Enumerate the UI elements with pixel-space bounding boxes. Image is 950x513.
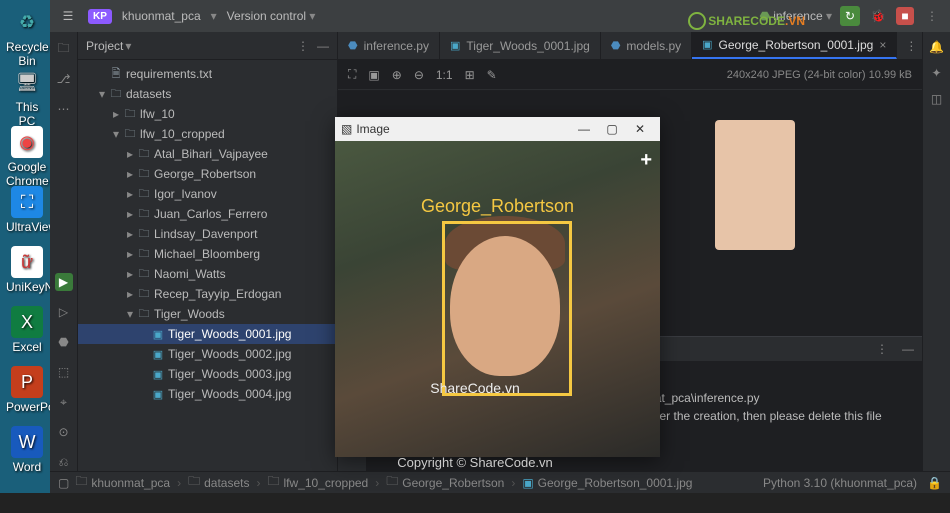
popup-title-text: Image xyxy=(356,122,389,136)
minimize-button[interactable]: — xyxy=(570,122,598,136)
project-panel-title: Project xyxy=(86,39,123,53)
desktop-icon-chrome[interactable]: ◉Google Chrome xyxy=(6,126,48,188)
tree-item[interactable]: ▸🗀George_Robertson xyxy=(78,164,337,184)
project-badge: KP xyxy=(88,9,112,24)
main-menu-icon[interactable]: ☰ xyxy=(58,6,78,26)
tree-item[interactable]: ▸🗀Recep_Tayyip_Erdogan xyxy=(78,284,337,304)
detection-label: George_Robertson xyxy=(421,196,574,217)
python-console-icon[interactable]: ▶ xyxy=(55,273,73,291)
grid-icon[interactable]: ⊞ xyxy=(465,68,475,82)
desktop-icon-powerpoint[interactable]: PPowerPoint xyxy=(6,366,48,414)
zoom-out-icon[interactable]: ⊖ xyxy=(414,68,424,82)
lock-icon[interactable]: 🔒 xyxy=(927,476,942,490)
folder-icon: 🗀 xyxy=(188,472,200,493)
windows-taskbar[interactable] xyxy=(0,493,950,513)
vcs-tool-icon[interactable]: ⎌ xyxy=(55,453,73,471)
tree-item[interactable]: ▾🗀datasets xyxy=(78,84,337,104)
left-tool-rail: 🗀 ⎇ ⋯ ▶ ▷ ⬣ ⬚ ⌖ ⊙ ⎌ xyxy=(50,32,78,471)
tree-item[interactable]: ▾🗀lfw_10_cropped xyxy=(78,124,337,144)
run-tool-icon[interactable]: ▷ xyxy=(55,303,73,321)
desktop-icon-word[interactable]: WWord xyxy=(6,426,48,474)
color-picker-icon[interactable]: ✎ xyxy=(487,68,497,82)
desktop-icon-this-pc[interactable]: 🖥This PC xyxy=(6,66,48,128)
project-panel: Project ▾ ⋮ — 🗎requirements.txt▾🗀dataset… xyxy=(78,32,338,471)
notifications-icon[interactable]: 🔔 xyxy=(929,40,944,54)
zoom-fit-icon[interactable]: ⛶ xyxy=(348,67,356,82)
project-view-dropdown-icon[interactable]: ▾ xyxy=(125,39,131,53)
crosshair-cursor-icon: + xyxy=(640,149,652,172)
tree-item[interactable]: ▸🗀Lindsay_Davenport xyxy=(78,224,337,244)
detection-box xyxy=(442,221,572,396)
panel-hide-icon[interactable]: — xyxy=(317,39,329,53)
run-panel-hide-icon[interactable]: — xyxy=(902,342,914,356)
breadcrumb[interactable]: 🗀 khuonmat_pca›🗀 datasets›🗀 lfw_10_cropp… xyxy=(75,472,692,493)
run-panel-options-icon[interactable]: ⋮ xyxy=(876,342,888,356)
tree-item[interactable]: ▣Tiger_Woods_0003.jpg xyxy=(78,364,337,384)
tree-item[interactable]: ▸🗀Michael_Bloomberg xyxy=(78,244,337,264)
editor-tabs: ⬣inference.py▣Tiger_Woods_0001.jpg⬣model… xyxy=(338,32,922,60)
close-tab-icon[interactable]: × xyxy=(879,38,886,52)
panel-options-icon[interactable]: ⋮ xyxy=(297,39,309,53)
services-tool-icon[interactable]: ⬚ xyxy=(55,363,73,381)
commit-tool-icon[interactable]: ⎇ xyxy=(55,70,73,88)
folder-icon: 🗀 xyxy=(386,472,398,493)
tree-item[interactable]: ▣Tiger_Woods_0002.jpg xyxy=(78,344,337,364)
file-icon: ▣ xyxy=(522,476,533,490)
project-tool-icon[interactable]: 🗀 xyxy=(55,40,73,58)
zoom-actual-icon[interactable]: ▣ xyxy=(368,68,379,82)
desktop-icon-ultraviewer[interactable]: ⛶UltraViewer xyxy=(6,186,48,234)
status-icon[interactable]: ▢ xyxy=(58,476,69,490)
tree-item[interactable]: ▸🗀lfw_10 xyxy=(78,104,337,124)
tree-item[interactable]: ▸🗀Naomi_Watts xyxy=(78,264,337,284)
watermark-bottom: Copyright © ShareCode.vn xyxy=(397,455,553,470)
python-packages-icon[interactable]: ⬣ xyxy=(55,333,73,351)
popup-image: George_Robertson + xyxy=(335,141,660,457)
project-tree[interactable]: 🗎requirements.txt▾🗀datasets▸🗀lfw_10▾🗀lfw… xyxy=(78,60,337,471)
editor-tab[interactable]: ⬣models.py xyxy=(601,32,692,59)
tree-item[interactable]: ▸🗀Juan_Carlos_Ferrero xyxy=(78,204,337,224)
popup-app-icon: ▧ xyxy=(341,122,352,136)
tree-item[interactable]: ▸🗀Atal_Bihari_Vajpayee xyxy=(78,144,337,164)
maximize-button[interactable]: ▢ xyxy=(598,122,626,136)
ai-assistant-icon[interactable]: ✦ xyxy=(931,66,941,80)
close-button[interactable]: ✕ xyxy=(626,122,654,136)
problems-tool-icon[interactable]: ⊙ xyxy=(55,423,73,441)
tabs-more-icon[interactable]: ⋮ xyxy=(905,39,917,53)
desktop-icon-recycle-bin[interactable]: ♻Recycle Bin xyxy=(6,6,48,68)
tree-item[interactable]: ▣Tiger_Woods_0001.jpg xyxy=(78,324,337,344)
tree-item[interactable]: ▾🗀Tiger_Woods xyxy=(78,304,337,324)
terminal-tool-icon[interactable]: ⌖ xyxy=(55,393,73,411)
desktop-icon-unikey[interactable]: ữUniKeyNT xyxy=(6,246,48,294)
project-name[interactable]: khuonmat_pca xyxy=(122,9,201,23)
stop-button[interactable]: ■ xyxy=(896,7,914,25)
editor-tab[interactable]: ⬣inference.py xyxy=(338,32,440,59)
tree-item[interactable]: 🗎requirements.txt xyxy=(78,64,337,84)
popup-titlebar[interactable]: ▧ Image — ▢ ✕ xyxy=(335,117,660,141)
zoom-in-icon[interactable]: ⊕ xyxy=(392,68,402,82)
vcs-dropdown[interactable]: Version control ▾ xyxy=(227,9,316,23)
ide-titlebar: ☰ KP khuonmat_pca ▾ Version control ▾ ⬣ … xyxy=(50,0,950,32)
database-tool-icon[interactable]: ◫ xyxy=(931,92,942,106)
folder-icon: 🗀 xyxy=(75,472,87,493)
tree-item[interactable]: ▸🗀Igor_Ivanov xyxy=(78,184,337,204)
editor-tab[interactable]: ▣Tiger_Woods_0001.jpg xyxy=(440,32,601,59)
interpreter-status[interactable]: Python 3.10 (khuonmat_pca) xyxy=(763,476,917,490)
folder-icon: 🗀 xyxy=(267,472,279,493)
image-viewer-toolbar: ⛶ ▣ ⊕ ⊖ 1:1 ⊞ ✎ 240x240 JPEG (24-bit col… xyxy=(338,60,922,90)
run-button[interactable]: ↻ xyxy=(840,6,860,26)
structure-tool-icon[interactable]: ⋯ xyxy=(55,100,73,118)
desktop-icon-excel[interactable]: XExcel xyxy=(6,306,48,354)
debug-button[interactable]: 🐞 xyxy=(868,6,888,26)
image-content xyxy=(715,120,795,250)
image-info: 240x240 JPEG (24-bit color) 10.99 kB xyxy=(727,69,912,81)
editor-tab[interactable]: ▣George_Robertson_0001.jpg × xyxy=(692,32,897,59)
zoom-ratio: 1:1 xyxy=(436,68,453,82)
image-popup-window: ▧ Image — ▢ ✕ George_Robertson + xyxy=(335,117,660,457)
right-tool-rail: 🔔 ✦ ◫ xyxy=(922,32,950,471)
tree-item[interactable]: ▣Tiger_Woods_0004.jpg xyxy=(78,384,337,404)
more-actions-icon[interactable]: ⋮ xyxy=(922,6,942,26)
watermark-logo: SHARECODE.VN xyxy=(688,12,805,30)
watermark-center: ShareCode.vn xyxy=(430,380,520,396)
ide-status-bar: ▢ 🗀 khuonmat_pca›🗀 datasets›🗀 lfw_10_cro… xyxy=(50,471,950,493)
